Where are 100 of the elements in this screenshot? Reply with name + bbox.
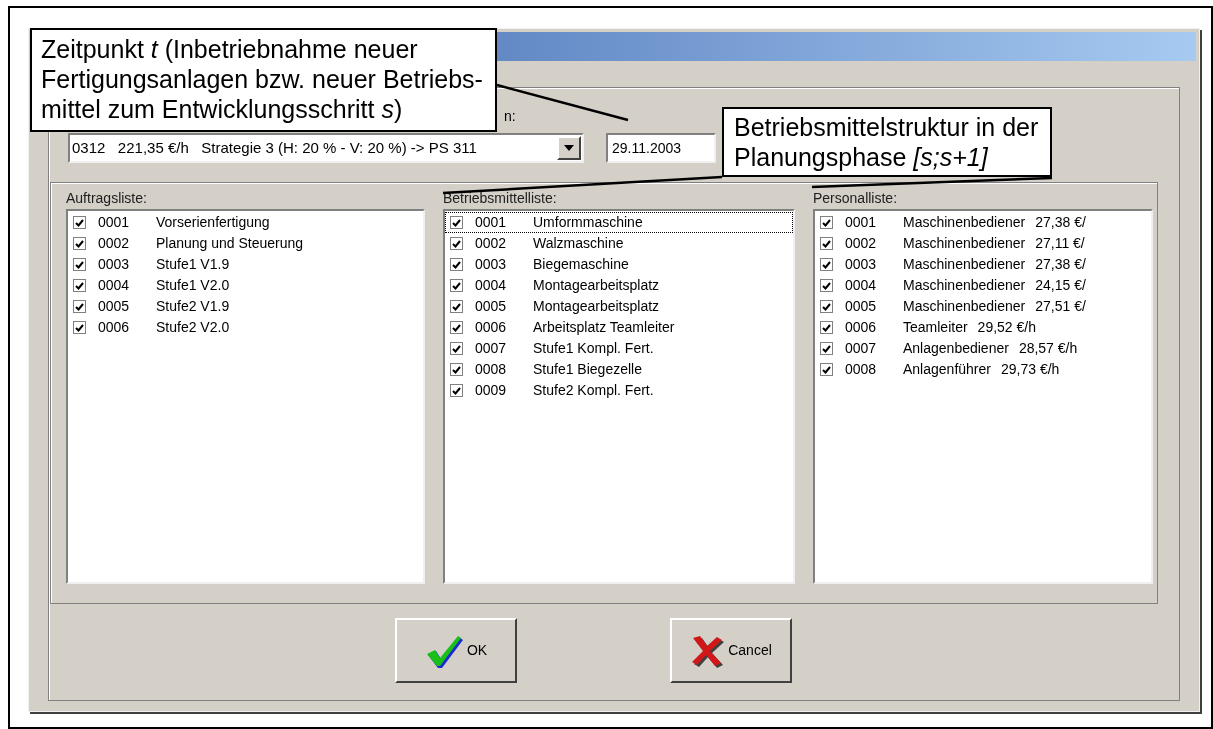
list-row[interactable]: 0009 Stufe2 Kompl. Fert.: [445, 380, 793, 401]
caret-icon: [564, 145, 574, 151]
list-row[interactable]: 0003 Biegemaschine: [445, 254, 793, 275]
item-code: 0008: [475, 360, 508, 379]
item-name: Stufe2 Kompl. Fert.: [533, 381, 654, 400]
checkbox[interactable]: [73, 300, 86, 313]
list-label: Betriebsmittelliste:: [443, 190, 557, 208]
item-code: 0003: [475, 255, 508, 274]
callout-box: Betriebsmittelstruktur in der Planungsphase [s;s+1]: [722, 107, 1052, 177]
x-mark-icon: [690, 633, 725, 668]
item-code: 0004: [475, 276, 508, 295]
item-name: Montagearbeitsplatz: [533, 297, 660, 316]
list-row[interactable]: 0007 Anlagenbediener 28,57 €/h: [815, 338, 1151, 359]
list-row[interactable]: 0006 Stufe2 V2.0: [68, 317, 423, 338]
item-name: Teamleiter: [903, 318, 968, 337]
item-name: Stufe1 Kompl. Fert.: [533, 339, 654, 358]
item-code: 0005: [845, 297, 878, 316]
item-name: Maschinenbediener: [903, 234, 1026, 253]
checkbox[interactable]: [450, 237, 463, 250]
checkbox[interactable]: [820, 237, 833, 250]
cancel-button[interactable]: Cancel: [670, 618, 792, 683]
list-row[interactable]: 0003 Maschinenbediener 27,38 €/: [815, 254, 1151, 275]
item-code: 0006: [98, 318, 131, 337]
checkbox[interactable]: [820, 258, 833, 271]
list-row[interactable]: 0002 Planung und Steuerung: [68, 233, 423, 254]
checkbox[interactable]: [73, 216, 86, 229]
list-row[interactable]: 0006 Teamleiter 29,52 €/h: [815, 317, 1151, 338]
list-row[interactable]: 0004 Stufe1 V2.0: [68, 275, 423, 296]
list-row[interactable]: 0005 Maschinenbediener 27,51 €/: [815, 296, 1151, 317]
item-code: 0006: [475, 318, 508, 337]
item-name: Maschinenbediener: [903, 297, 1026, 316]
checkbox[interactable]: [820, 279, 833, 292]
list-row[interactable]: 0002 Maschinenbediener 27,11 €/: [815, 233, 1151, 254]
list-row[interactable]: 0001 Umformmaschine: [445, 212, 793, 233]
combo-label: n:: [504, 108, 516, 124]
hourly-rate: 27,38 €/: [1035, 213, 1086, 232]
list-row[interactable]: 0001 Maschinenbediener 27,38 €/: [815, 212, 1151, 233]
checkbox[interactable]: [820, 300, 833, 313]
item-name: Stufe2 V2.0: [156, 318, 230, 337]
hourly-rate: 29,52 €/h: [977, 318, 1036, 337]
item-code: 0002: [475, 234, 508, 253]
item-name: Montagearbeitsplatz: [533, 276, 660, 295]
list-row[interactable]: 0007 Stufe1 Kompl. Fert.: [445, 338, 793, 359]
list-row[interactable]: 0004 Montagearbeitsplatz: [445, 275, 793, 296]
list-row[interactable]: 0008 Anlagenführer 29,73 €/h: [815, 359, 1151, 380]
item-name: Arbeitsplatz Teamleiter: [533, 318, 675, 337]
list-row[interactable]: 0002 Walzmaschine: [445, 233, 793, 254]
checkbox[interactable]: [450, 279, 463, 292]
checkbox[interactable]: [73, 321, 86, 334]
item-code: 0005: [98, 297, 131, 316]
list-row[interactable]: 0006 Arbeitsplatz Teamleiter: [445, 317, 793, 338]
list-row[interactable]: 0003 Stufe1 V1.9: [68, 254, 423, 275]
item-name: Maschinenbediener: [903, 213, 1026, 232]
list-row[interactable]: 0004 Maschinenbediener 24,15 €/: [815, 275, 1151, 296]
checkbox[interactable]: [820, 342, 833, 355]
item-name: Biegemaschine: [533, 255, 629, 274]
item-code: 0001: [98, 213, 131, 232]
date-field[interactable]: 29.11.2003: [606, 133, 716, 163]
list-label: Auftragsliste:: [66, 190, 147, 208]
item-name: Maschinenbediener: [903, 255, 1026, 274]
hourly-rate: 24,15 €/: [1035, 276, 1086, 295]
checkbox[interactable]: [450, 384, 463, 397]
checkbox[interactable]: [450, 321, 463, 334]
strategy-dropdown[interactable]: 0312 221,35 €/h Strategie 3 (H: 20 % - V: 20 %) -> PS 311: [68, 133, 584, 163]
item-code: 0003: [845, 255, 878, 274]
checkbox[interactable]: [820, 321, 833, 334]
item-name: Umformmaschine: [533, 213, 643, 232]
item-code: 0004: [845, 276, 878, 295]
item-code: 0007: [475, 339, 508, 358]
list-row[interactable]: 0005 Montagearbeitsplatz: [445, 296, 793, 317]
item-code: 0009: [475, 381, 508, 400]
item-code: 0008: [845, 360, 878, 379]
hourly-rate: 28,57 €/h: [1018, 339, 1078, 358]
item-code: 0003: [98, 255, 131, 274]
checkbox[interactable]: [450, 342, 463, 355]
checkbox[interactable]: [450, 363, 463, 376]
checkbox[interactable]: [73, 237, 86, 250]
checkbox[interactable]: [73, 279, 86, 292]
checkbox[interactable]: [450, 258, 463, 271]
dropdown-arrow-button[interactable]: [557, 136, 581, 160]
item-name: Maschinenbediener: [903, 276, 1026, 295]
list-row[interactable]: 0008 Stufe1 Biegezelle: [445, 359, 793, 380]
item-code: 0006: [845, 318, 878, 337]
checkbox[interactable]: [820, 216, 833, 229]
callout-box: Zeitpunkt t (Inbetriebnahme neuer Fertigungsanlagen bzw. neuer Betriebs-mittel zum Entwicklungsschritt s): [30, 28, 497, 132]
item-code: 0007: [845, 339, 878, 358]
item-name: Planung und Steuerung: [156, 234, 304, 253]
ok-button[interactable]: OK: [395, 618, 517, 683]
item-code: 0005: [475, 297, 508, 316]
item-code: 0002: [98, 234, 131, 253]
hourly-rate: 27,38 €/: [1035, 255, 1086, 274]
checkbox[interactable]: [450, 216, 463, 229]
list-row[interactable]: 0005 Stufe2 V1.9: [68, 296, 423, 317]
item-name: Stufe1 V2.0: [156, 276, 230, 295]
item-name: Vorserienfertigung: [156, 213, 270, 232]
list-row[interactable]: 0001 Vorserienfertigung: [68, 212, 423, 233]
checkbox[interactable]: [820, 363, 833, 376]
checkbox[interactable]: [450, 300, 463, 313]
item-code: 0002: [845, 234, 878, 253]
checkbox[interactable]: [73, 258, 86, 271]
